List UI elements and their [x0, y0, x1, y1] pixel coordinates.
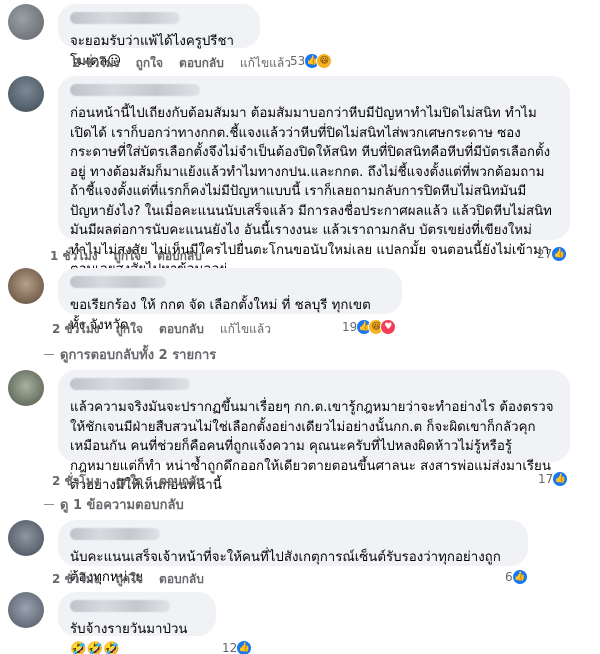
reaction-count: 53	[290, 54, 306, 68]
reply-button[interactable]: ตอบกลับ	[179, 54, 224, 73]
commenter-name[interactable]	[70, 600, 170, 612]
reaction-summary[interactable]: 53 👍 😆	[290, 53, 333, 69]
view-replies-link[interactable]: ดูการตอบกลับทั้ง 2 รายการ	[44, 344, 216, 365]
avatar[interactable]	[8, 268, 44, 304]
comment-bubble: รับจ้างรายวันมาป่วน 🤣🤣🤣	[58, 592, 216, 654]
reaction-summary[interactable]: 17 👍	[538, 471, 569, 487]
like-reaction-icon: 👍	[236, 640, 253, 654]
like-button[interactable]: ถูกใจ	[116, 472, 143, 491]
commenter-name[interactable]	[70, 378, 190, 390]
commenter-name[interactable]	[70, 12, 180, 24]
reply-button[interactable]: ตอบกลับ	[159, 570, 204, 589]
view-replies-link[interactable]: ดู 1 ข้อความตอบกลับ	[44, 494, 184, 515]
view-replies-label: ดูการตอบกลับทั้ง 2 รายการ	[60, 348, 217, 363]
comment-actions: 2 ชั่วโมง ถูกใจ ตอบกลับ แก้ไขแล้ว	[52, 320, 271, 339]
timestamp[interactable]: 2 ชั่วโมง	[52, 320, 100, 339]
comment-bubble: ขอเรียกร้อง ให้ กกต จัด เลือกตั้งใหม่ ที…	[58, 268, 402, 333]
comment-text: รับจ้างรายวันมาป่วน 🤣🤣🤣	[70, 622, 188, 654]
commenter-name[interactable]	[70, 84, 200, 96]
avatar[interactable]	[8, 520, 44, 556]
reaction-count: 17	[538, 472, 554, 486]
comment-bubble: ก่อนหน้านี้ไปเถียงกับต้อมสัมมา ต้อมสัมมา…	[58, 76, 570, 277]
like-button[interactable]: ถูกใจ	[136, 54, 163, 73]
like-reaction-icon: 👍	[551, 246, 568, 262]
avatar[interactable]	[8, 592, 44, 628]
comment-bubble: แล้วความจริงมันจะปรากฏขึ้นมาเรื่อยๆ กก.ต…	[58, 370, 570, 493]
reply-button[interactable]: ตอบกลับ	[157, 247, 202, 266]
reply-connector	[44, 504, 54, 505]
commenter-name[interactable]	[70, 528, 160, 540]
like-button[interactable]: ถูกใจ	[116, 320, 143, 339]
timestamp[interactable]: 1 ชั่วโมง	[50, 247, 98, 266]
reply-button[interactable]: ตอบกลับ	[159, 320, 204, 339]
reaction-summary[interactable]: 6 👍	[505, 569, 528, 585]
reaction-count: 27	[537, 247, 553, 261]
like-reaction-icon: 👍	[552, 471, 569, 487]
timestamp[interactable]: 2 ชั่วโมง	[72, 54, 120, 73]
comment-actions: 2 ชั่วโมง ถูกใจ ตอบกลับ แก้ไขแล้ว	[72, 54, 291, 73]
like-button[interactable]: ถูกใจ	[116, 570, 143, 589]
reaction-summary[interactable]: 27 👍	[537, 246, 568, 262]
reaction-count: 12	[222, 641, 238, 654]
reply-button[interactable]: ตอบกลับ	[159, 472, 204, 491]
avatar[interactable]	[8, 4, 44, 40]
comment-bubble: จะยอมรับว่าแพ้ได้ไงครูปรีชาโมเดล😗	[58, 4, 260, 69]
like-button[interactable]: ถูกใจ	[114, 247, 141, 266]
timestamp[interactable]: 2 ชั่วโมง	[52, 472, 100, 491]
view-replies-label: ดู 1 ข้อความตอบกลับ	[60, 498, 184, 513]
like-reaction-icon: 👍	[511, 569, 528, 585]
comment-actions: 1 ชั่วโมง ถูกใจ ตอบกลับ	[50, 247, 202, 266]
reaction-summary[interactable]: 19 👍 😆 ♥	[342, 319, 397, 335]
comment-actions: 2 ชั่วโมง ถูกใจ ตอบกลับ	[52, 472, 204, 491]
edited-label: แก้ไขแล้ว	[219, 322, 271, 336]
haha-reaction-icon: 😆	[316, 53, 333, 69]
edited-label: แก้ไขแล้ว	[239, 56, 291, 70]
love-reaction-icon: ♥	[380, 319, 397, 335]
commenter-name[interactable]	[70, 276, 166, 288]
comment-actions: 2 ชั่วโมง ถูกใจ ตอบกลับ	[52, 570, 204, 589]
avatar[interactable]	[8, 76, 44, 112]
reaction-summary[interactable]: 12 👍	[222, 640, 253, 654]
avatar[interactable]	[8, 370, 44, 406]
reaction-count: 19	[342, 320, 358, 334]
timestamp[interactable]: 2 ชั่วโมง	[52, 570, 100, 589]
comment-bubble: นับคะแนนเสร็จเจ้าหน้าที่จะให้คนที่ไปสังเ…	[58, 520, 528, 585]
reply-connector	[44, 354, 54, 355]
